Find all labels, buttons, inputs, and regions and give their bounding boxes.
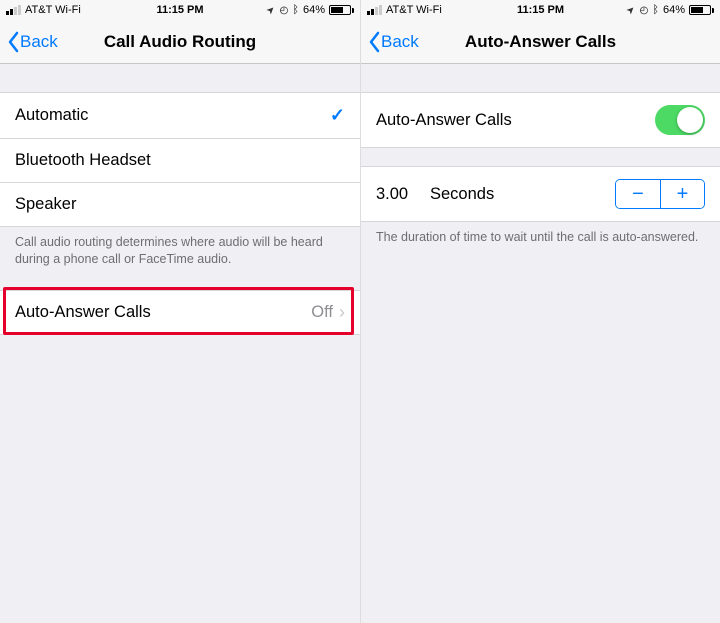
signal-icon — [6, 5, 21, 15]
bluetooth-icon: ᛒ — [292, 4, 299, 16]
duration-group: 3.00 Seconds − + The duration of time to… — [361, 166, 720, 246]
battery-icon — [689, 5, 714, 15]
auto-answer-row[interactable]: Auto-Answer Calls Off › — [0, 290, 360, 335]
auto-answer-group: Auto-Answer Calls Off › — [0, 290, 360, 335]
signal-icon — [367, 5, 382, 15]
carrier-label: AT&T Wi-Fi — [386, 4, 442, 16]
option-label: Speaker — [15, 195, 76, 214]
location-icon: ➤ — [265, 3, 279, 17]
routing-footer: Call audio routing determines where audi… — [0, 227, 360, 268]
screen-call-audio-routing: AT&T Wi-Fi 11:15 PM ➤ ◴ ᛒ 64% Back Call … — [0, 0, 360, 623]
stepper-decrement[interactable]: − — [616, 180, 660, 208]
nav-bar: Back Call Audio Routing — [0, 20, 360, 64]
battery-pct: 64% — [303, 4, 325, 16]
alarm-icon: ◴ — [280, 5, 289, 16]
toggle-label: Auto-Answer Calls — [376, 111, 512, 130]
toggle-switch[interactable] — [655, 105, 705, 135]
alarm-icon: ◴ — [640, 5, 649, 16]
option-automatic[interactable]: Automatic ✓ — [0, 92, 360, 139]
nav-bar: Back Auto-Answer Calls — [361, 20, 720, 64]
option-label: Bluetooth Headset — [15, 151, 151, 170]
toggle-group: Auto-Answer Calls — [361, 92, 720, 148]
auto-answer-toggle-row[interactable]: Auto-Answer Calls — [361, 92, 720, 148]
checkmark-icon: ✓ — [330, 105, 345, 126]
option-label: Automatic — [15, 106, 88, 125]
option-speaker[interactable]: Speaker — [0, 183, 360, 227]
page-title: Auto-Answer Calls — [361, 32, 720, 52]
battery-icon — [329, 5, 354, 15]
duration-unit: Seconds — [422, 185, 615, 204]
option-bluetooth-headset[interactable]: Bluetooth Headset — [0, 139, 360, 183]
screen-auto-answer: AT&T Wi-Fi 11:15 PM ➤ ◴ ᛒ 64% Back Auto-… — [360, 0, 720, 623]
duration-stepper: − + — [615, 179, 705, 209]
duration-value: 3.00 — [376, 185, 422, 204]
routing-options-group: Automatic ✓ Bluetooth Headset Speaker Ca… — [0, 92, 360, 268]
bluetooth-icon: ᛒ — [652, 4, 659, 16]
battery-pct: 64% — [663, 4, 685, 16]
duration-row: 3.00 Seconds − + — [361, 166, 720, 222]
status-bar: AT&T Wi-Fi 11:15 PM ➤ ◴ ᛒ 64% — [361, 0, 720, 20]
location-icon: ➤ — [625, 3, 639, 17]
duration-footer: The duration of time to wait until the c… — [361, 222, 720, 246]
carrier-label: AT&T Wi-Fi — [25, 4, 81, 16]
auto-answer-label: Auto-Answer Calls — [15, 303, 151, 322]
chevron-right-icon: › — [339, 303, 345, 321]
stepper-increment[interactable]: + — [660, 180, 704, 208]
status-bar: AT&T Wi-Fi 11:15 PM ➤ ◴ ᛒ 64% — [0, 0, 360, 20]
page-title: Call Audio Routing — [0, 32, 360, 52]
auto-answer-value: Off — [311, 303, 333, 322]
